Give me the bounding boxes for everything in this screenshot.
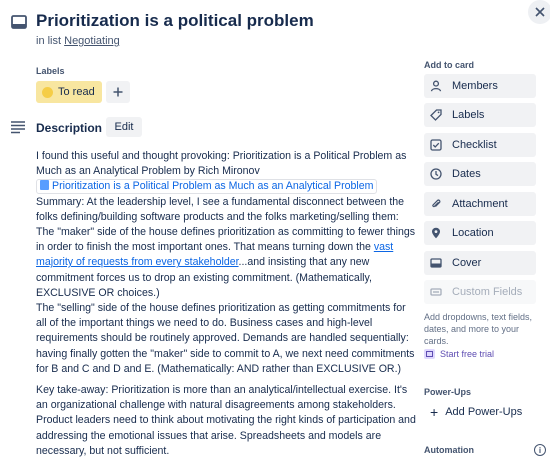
clock-icon	[430, 168, 442, 180]
takeaway-paragraph: Key take-away: Prioritization is more th…	[36, 384, 416, 457]
close-icon	[535, 7, 545, 17]
members-button[interactable]: Members	[424, 74, 536, 98]
labels-button[interactable]: Labels	[424, 103, 536, 127]
start-free-trial-link[interactable]: Start free trial	[424, 349, 494, 359]
description-heading: Description	[36, 121, 103, 135]
dates-button[interactable]: Dates	[424, 162, 536, 186]
person-icon	[430, 80, 442, 92]
selling-paragraph: The "selling" side of the house defines …	[36, 302, 415, 375]
dates-label: Dates	[452, 168, 481, 180]
label-text: To read	[58, 86, 95, 98]
attachment-button[interactable]: Attachment	[424, 192, 536, 216]
custom-fields-note: Add dropdowns, text fields, dates, and m…	[424, 312, 533, 346]
description-body[interactable]: I found this useful and thought provokin…	[36, 149, 418, 459]
article-smart-link[interactable]: Prioritization is a Political Problem as…	[36, 179, 378, 195]
list-link[interactable]: Negotiating	[64, 35, 120, 47]
info-icon[interactable]: i	[534, 444, 546, 456]
edit-description-button[interactable]: Edit	[106, 117, 142, 137]
power-ups-heading: Power-Ups	[424, 387, 472, 397]
list-location: in list Negotiating	[36, 35, 120, 47]
description-intro-paragraph: I found this useful and thought provokin…	[36, 149, 418, 377]
smart-link-text: Prioritization is a Political Problem as…	[52, 180, 374, 193]
summary-text-start: Summary: At the leadership level, I see …	[36, 195, 416, 254]
add-power-ups-button[interactable]: + Add Power-Ups	[430, 404, 522, 420]
card-icon	[11, 15, 27, 29]
label-chip-to-read[interactable]: To read	[36, 81, 102, 103]
label-color-dot	[42, 86, 53, 98]
tag-icon	[430, 109, 442, 121]
checklist-label: Checklist	[452, 139, 497, 151]
trial-icon	[424, 349, 435, 359]
cover-label: Cover	[452, 257, 482, 269]
list-prefix: in list	[36, 35, 62, 47]
close-button[interactable]	[528, 0, 550, 24]
paperclip-icon	[432, 199, 441, 208]
add-label-button[interactable]	[106, 81, 130, 103]
description-icon	[11, 121, 25, 134]
custom-fields-button[interactable]: Custom Fields	[424, 280, 536, 304]
location-label: Location	[452, 227, 494, 239]
custom-fields-label: Custom Fields	[452, 286, 523, 298]
map-pin-icon	[432, 227, 440, 239]
checklist-icon	[430, 139, 442, 151]
document-icon	[40, 180, 49, 191]
labels-button-label: Labels	[452, 109, 485, 121]
attachment-label: Attachment	[452, 198, 508, 210]
members-label: Members	[452, 80, 498, 92]
location-button[interactable]: Location	[424, 221, 536, 245]
checklist-button[interactable]: Checklist	[424, 133, 536, 157]
automation-heading: Automation	[424, 445, 474, 455]
custom-fields-icon	[430, 288, 442, 296]
labels-heading: Labels	[36, 66, 65, 76]
plus-icon: +	[430, 404, 439, 420]
add-to-card-heading: Add to card	[424, 60, 475, 70]
add-power-ups-label: Add Power-Ups	[445, 406, 523, 418]
plus-icon	[113, 87, 123, 97]
card-title[interactable]: Prioritization is a political problem	[36, 11, 314, 31]
cover-button[interactable]: Cover	[424, 251, 536, 275]
start-free-trial-label: Start free trial	[440, 349, 495, 359]
description-intro: I found this useful and thought provokin…	[36, 150, 407, 178]
cover-icon	[430, 258, 442, 268]
